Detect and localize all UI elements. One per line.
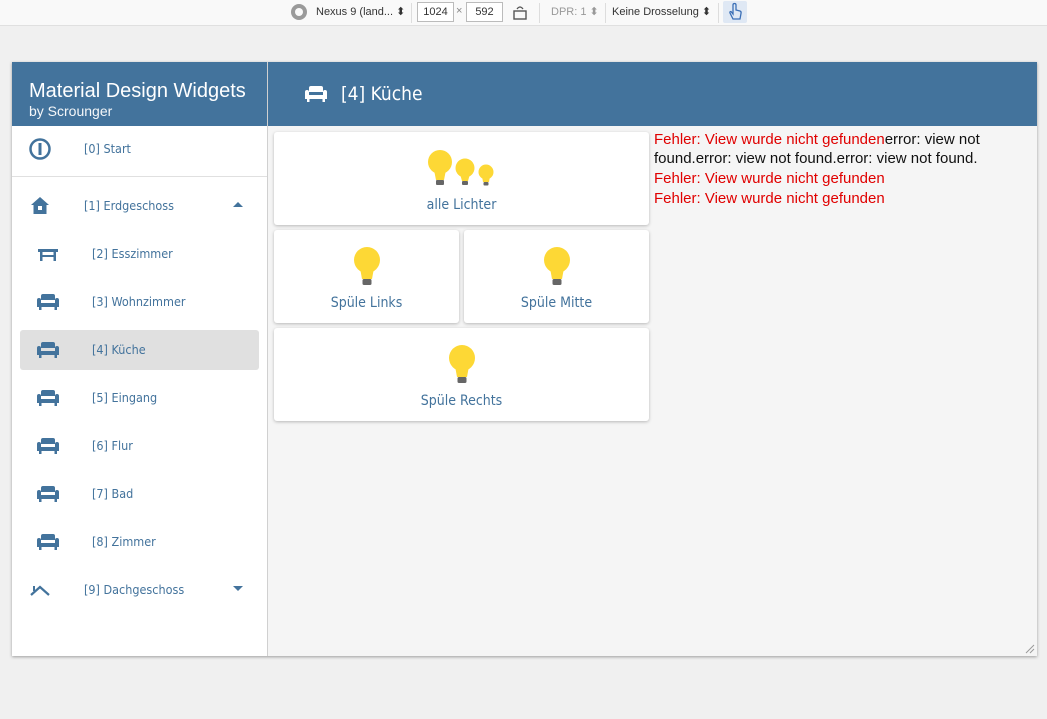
page-title: [4] Küche	[341, 83, 423, 105]
sofa-icon	[37, 534, 59, 550]
app-title: Material Design Widgets	[29, 80, 246, 102]
width-input[interactable]: 1024	[417, 2, 454, 22]
card-label: Spüle Links	[330, 295, 403, 311]
resize-handle-icon[interactable]	[1023, 642, 1035, 654]
bulb-icon	[449, 345, 475, 383]
sidebar-item-esszimmer[interactable]: [2] Esszimmer	[12, 234, 267, 274]
sidebar-item-label: [8] Zimmer	[92, 534, 156, 549]
sidebar-item-dachgeschoss[interactable]: [9] Dachgeschoss	[12, 570, 267, 610]
card-label: Spüle Mitte	[520, 295, 593, 311]
sofa-icon	[37, 390, 59, 406]
chevron-up-icon[interactable]	[233, 202, 243, 207]
sidebar-item-bad[interactable]: [7] Bad	[12, 474, 267, 514]
bulb-icon	[354, 247, 380, 285]
sidebar-item-label: [7] Bad	[92, 486, 134, 501]
top-app-bar: [4] Küche	[268, 62, 1037, 126]
sidebar-item-label: [0] Start	[84, 141, 131, 156]
sofa-icon	[305, 86, 327, 102]
card-label: alle Lichter	[426, 197, 497, 213]
sidebar-item-erdgeschoss[interactable]: [1] Erdgeschoss	[12, 186, 267, 226]
sofa-icon	[37, 486, 59, 502]
divider	[605, 3, 606, 23]
rotate-icon[interactable]	[513, 5, 527, 20]
error-messages: Fehler: View wurde nicht gefundenerror: …	[654, 130, 1024, 209]
app-subtitle: by Scrounger	[29, 103, 113, 119]
info-icon	[29, 138, 51, 160]
divider	[718, 3, 719, 23]
sofa-icon	[37, 438, 59, 454]
responsive-toolbar: Nexus 9 (land... ⬍ 1024 × 592 DPR: 1 ⬍ K…	[0, 0, 1047, 26]
sidebar-header: Material Design Widgets by Scrounger	[12, 62, 267, 126]
throttle-select[interactable]: Keine Drosselung ⬍	[612, 5, 711, 18]
sidebar-item-label: [5] Eingang	[92, 390, 158, 405]
sidebar-item-start[interactable]: [0] Start	[12, 129, 267, 169]
sidebar-item-label: [9] Dachgeschoss	[84, 582, 185, 597]
sidebar-item-label: [3] Wohnzimmer	[92, 294, 186, 309]
error-text: Fehler: View wurde nicht gefunden	[654, 131, 885, 148]
bulbs-icon	[428, 150, 494, 186]
sidebar-item-label: [6] Flur	[92, 438, 133, 453]
dpr-select[interactable]: DPR: 1 ⬍	[551, 5, 599, 18]
light-card-spuele-links[interactable]: Spüle Links	[274, 230, 459, 323]
device-select[interactable]: Nexus 9 (land... ⬍	[316, 5, 405, 18]
device-label: Nexus 9 (land...	[316, 6, 394, 18]
light-card-spuele-rechts[interactable]: Spüle Rechts	[274, 328, 649, 421]
sidebar-item-label: [2] Esszimmer	[92, 246, 173, 261]
sidebar-item-label: [4] Küche	[92, 342, 146, 357]
bulb-icon	[544, 247, 570, 285]
chevron-down-icon[interactable]	[233, 586, 243, 591]
error-line: Fehler: View wurde nicht gefundenerror: …	[654, 130, 1024, 168]
hand-pointer-icon	[729, 2, 742, 20]
firefox-icon	[291, 4, 307, 20]
sidebar-item-flur[interactable]: [6] Flur	[12, 426, 267, 466]
touch-simulation-button[interactable]	[723, 1, 747, 23]
sidebar-item-kueche[interactable]: [4] Küche	[12, 330, 267, 370]
sofa-icon	[37, 294, 59, 310]
card-label: Spüle Rechts	[420, 393, 503, 409]
light-card-alle-lichter[interactable]: alle Lichter	[274, 132, 649, 225]
height-input[interactable]: 592	[466, 2, 503, 22]
sidebar-item-zimmer[interactable]: [8] Zimmer	[12, 522, 267, 562]
divider	[411, 3, 412, 23]
sidebar: Material Design Widgets by Scrounger [0]…	[12, 62, 268, 656]
error-text: Fehler: View wurde nicht gefunden	[654, 190, 885, 207]
light-card-spuele-mitte[interactable]: Spüle Mitte	[464, 230, 649, 323]
throttle-label: Keine Drosselung	[612, 6, 699, 18]
sidebar-item-eingang[interactable]: [5] Eingang	[12, 378, 267, 418]
roof-icon	[30, 585, 50, 596]
divider	[539, 3, 540, 23]
sofa-icon	[37, 342, 59, 358]
app-viewport: Material Design Widgets by Scrounger [0]…	[12, 62, 1037, 656]
error-text: Fehler: View wurde nicht gefunden	[654, 170, 885, 187]
times-sign: ×	[456, 5, 463, 17]
table-icon	[38, 249, 58, 261]
sidebar-item-label: [1] Erdgeschoss	[84, 198, 174, 213]
sidebar-item-wohnzimmer[interactable]: [3] Wohnzimmer	[12, 282, 267, 322]
dpr-label: DPR: 1	[551, 6, 587, 18]
menu-divider	[12, 176, 267, 177]
house-icon	[31, 197, 49, 214]
